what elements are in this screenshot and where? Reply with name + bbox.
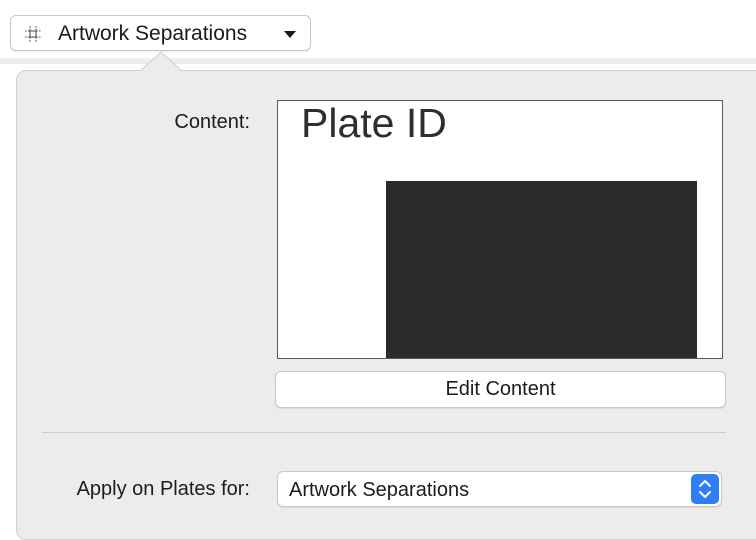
content-label: Content: xyxy=(174,111,250,133)
dropdown-label: Artwork Separations xyxy=(58,22,248,45)
edit-content-button[interactable]: Edit Content xyxy=(275,371,726,408)
chevron-down-icon xyxy=(284,31,296,38)
stepper-arrows-icon xyxy=(691,474,719,504)
apply-on-plates-select[interactable]: Artwork Separations xyxy=(277,471,722,507)
content-preview: Plate ID xyxy=(277,100,723,359)
preview-block xyxy=(386,181,697,358)
apply-on-plates-label: Apply on Plates for: xyxy=(76,478,250,500)
divider xyxy=(42,432,726,433)
preview-text: Plate ID xyxy=(301,100,447,146)
artwork-separations-dropdown[interactable]: Artwork Separations xyxy=(10,15,311,51)
popover-arrow xyxy=(140,51,182,73)
select-value: Artwork Separations xyxy=(289,479,470,501)
top-bar-shadow xyxy=(0,58,756,64)
